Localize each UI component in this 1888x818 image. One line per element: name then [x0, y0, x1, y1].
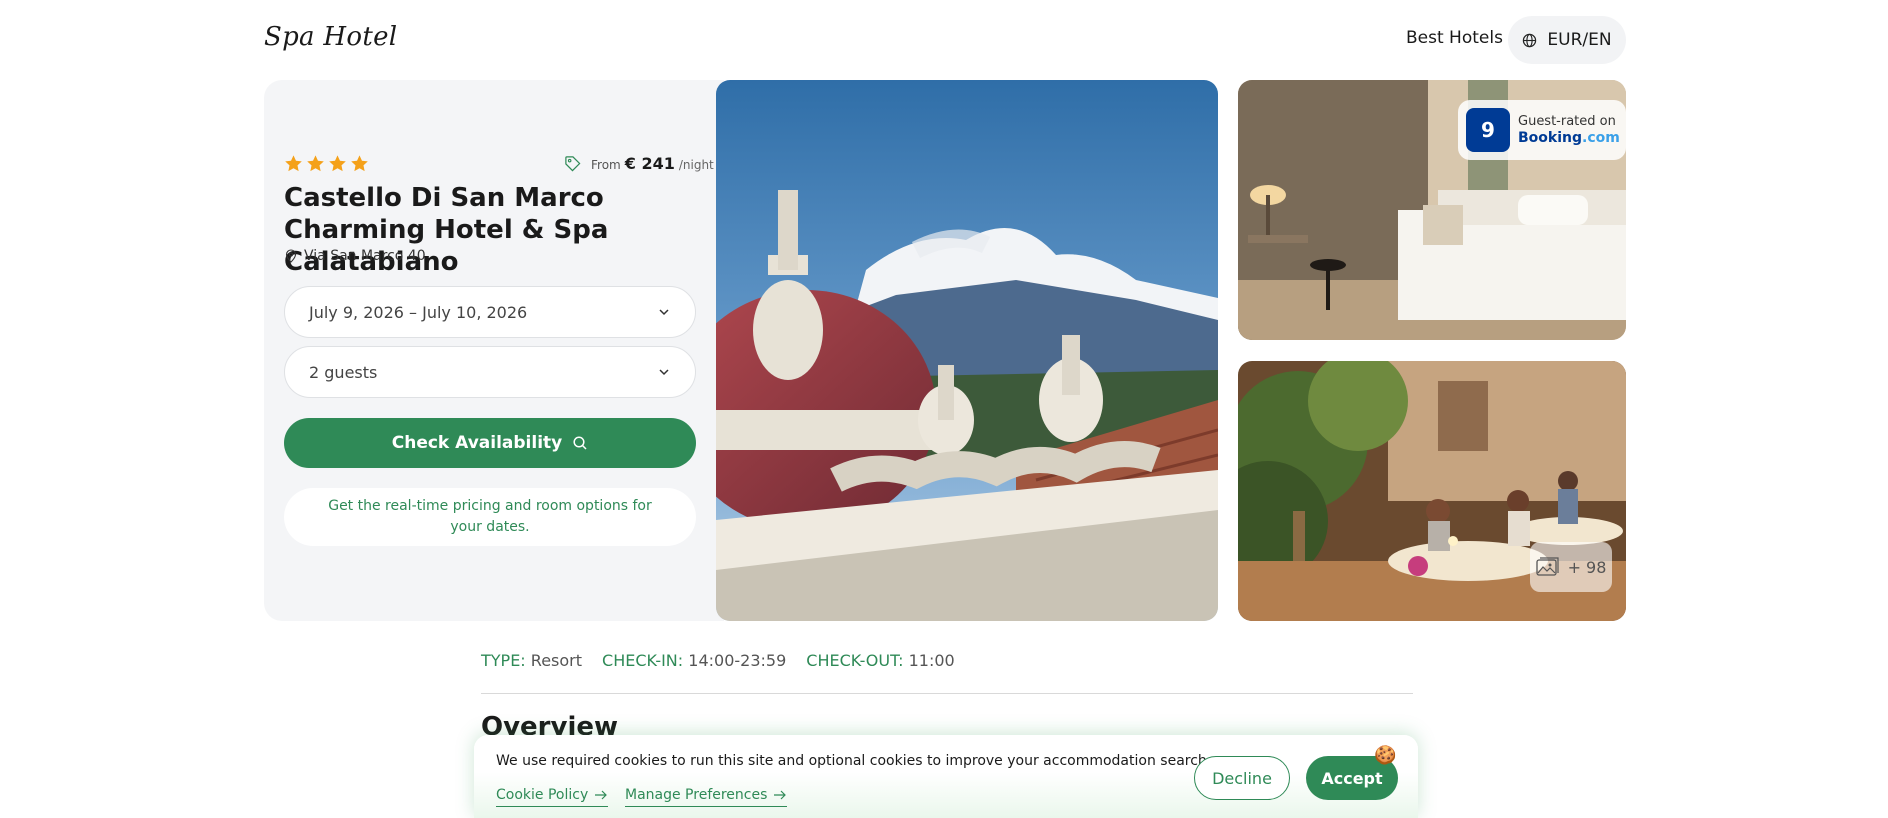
decline-button[interactable]: Decline — [1194, 756, 1290, 800]
more-photos-count: + 98 — [1567, 557, 1607, 577]
checkout-value: 11:00 — [908, 651, 955, 670]
image-gallery-icon — [1535, 557, 1559, 576]
cookie-policy-link[interactable]: Cookie Policy — [496, 787, 609, 807]
star-icon — [307, 155, 324, 172]
hotel-main-photo[interactable] — [716, 80, 1218, 621]
hotel-address: Via San Marco 40 — [284, 248, 426, 264]
currency-language-button[interactable]: EUR/EN — [1508, 16, 1626, 64]
type-label: TYPE: — [481, 651, 526, 670]
chevron-down-icon — [659, 309, 669, 316]
search-icon — [573, 436, 587, 450]
booking-logo: Booking.com — [1518, 130, 1620, 147]
price-from-label: From — [591, 158, 621, 172]
rating-text: Guest-rated on Booking.com — [1518, 113, 1620, 147]
star-icon — [285, 155, 302, 172]
more-photos-button[interactable]: + 98 — [1530, 542, 1612, 592]
site-header: Spa Hotel Best Hotels EUR/EN — [0, 0, 1888, 80]
site-logo[interactable]: Spa Hotel — [264, 22, 397, 52]
currency-language-label: EUR/EN — [1547, 30, 1612, 50]
globe-icon — [1523, 33, 1537, 47]
nav-best-hotels[interactable]: Best Hotels — [1406, 28, 1503, 48]
type-info: TYPE: Resort — [481, 651, 582, 670]
price-tag-icon — [565, 156, 581, 172]
checkin-label: CHECK-IN: — [602, 651, 684, 670]
pricing-hint: Get the real-time pricing and room optio… — [284, 488, 696, 546]
star-icon — [351, 155, 368, 172]
date-range-select[interactable]: July 9, 2026 – July 10, 2026 — [284, 286, 696, 338]
hotel-hero: From € 241 /night Castello Di San Marco … — [264, 80, 1626, 621]
checkin-info: CHECK-IN: 14:00-23:59 — [602, 651, 786, 670]
price-amount: € 241 — [624, 154, 675, 173]
date-range-value: July 9, 2026 – July 10, 2026 — [309, 302, 528, 322]
cookie-policy-label: Cookie Policy — [496, 787, 589, 803]
guests-select[interactable]: 2 guests — [284, 346, 696, 398]
guests-value: 2 guests — [309, 362, 378, 382]
address-text: Via San Marco 40 — [304, 248, 426, 264]
price-per-night: /night — [678, 158, 714, 172]
booking-brand-main: Booking — [1518, 130, 1583, 146]
rating-label: Guest-rated on — [1518, 114, 1616, 129]
hotel-details-row: TYPE: Resort CHECK-IN: 14:00-23:59 CHECK… — [481, 651, 955, 670]
checkout-label: CHECK-OUT: — [806, 651, 904, 670]
arrow-right-icon — [774, 790, 787, 800]
price-from: From € 241 /night — [564, 154, 724, 173]
main-photo-image — [716, 80, 1218, 621]
checkin-value: 14:00-23:59 — [688, 651, 787, 670]
cookie-icon: 🍪 — [1374, 745, 1397, 766]
rating-score: 9 — [1466, 108, 1510, 152]
booking-panel: From € 241 /night Castello Di San Marco … — [264, 80, 724, 621]
cookie-banner: We use required cookies to run this site… — [474, 735, 1418, 818]
booking-brand-suffix: .com — [1582, 130, 1620, 146]
arrow-right-icon — [595, 790, 608, 800]
check-availability-label: Check Availability — [391, 433, 563, 453]
type-value: Resort — [530, 651, 583, 670]
location-pin-icon — [285, 249, 297, 263]
cookie-message: We use required cookies to run this site… — [496, 753, 1212, 769]
booking-rating-badge: 9 Guest-rated on Booking.com — [1458, 100, 1626, 160]
manage-preferences-label: Manage Preferences — [625, 787, 768, 803]
checkout-info: CHECK-OUT: 11:00 — [806, 651, 954, 670]
star-rating — [284, 154, 369, 173]
manage-preferences-link[interactable]: Manage Preferences — [625, 787, 788, 807]
star-icon — [329, 155, 346, 172]
check-availability-button[interactable]: Check Availability — [284, 418, 696, 468]
section-divider — [481, 693, 1413, 694]
chevron-down-icon — [659, 369, 669, 376]
